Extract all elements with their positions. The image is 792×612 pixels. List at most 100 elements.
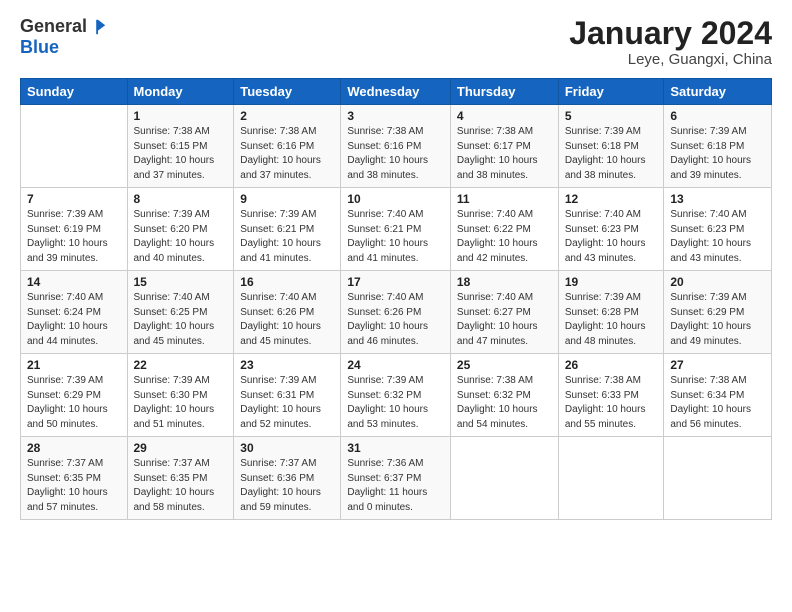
calendar-day-cell: 28 Sunrise: 7:37 AMSunset: 6:35 PMDayligh… [21,437,128,520]
logo-general-text: General [20,16,87,37]
calendar-day-cell: 9 Sunrise: 7:39 AMSunset: 6:21 PMDaylight… [234,188,341,271]
calendar-day-cell [664,437,772,520]
day-number: 23 [240,358,334,372]
calendar-header-row: Sunday Monday Tuesday Wednesday Thursday… [21,79,772,105]
day-info: Sunrise: 7:37 AMSunset: 6:36 PMDaylight:… [240,457,334,515]
calendar-day-cell: 16 Sunrise: 7:40 AMSunset: 6:26 PMDayligh… [234,271,341,354]
day-info: Sunrise: 7:38 AMSunset: 6:15 PMDaylight:… [134,125,228,183]
calendar-day-cell: 24 Sunrise: 7:39 AMSunset: 6:32 PMDayligh… [341,354,451,437]
col-monday: Monday [127,79,234,105]
day-info: Sunrise: 7:39 AMSunset: 6:30 PMDaylight:… [134,374,228,432]
title-block: January 2024 Leye, Guangxi, China [569,16,772,68]
calendar-day-cell: 29Sunrise: 7:37 AMSunset: 6:35 PMDayligh… [127,437,234,520]
day-info: Sunrise: 7:39 AMSunset: 6:18 PMDaylight:… [565,125,658,183]
day-number: 5 [565,109,658,123]
day-info: Sunrise: 7:39 AMSunset: 6:29 PMDaylight:… [670,291,765,349]
col-friday: Friday [558,79,664,105]
calendar-day-cell: 14 Sunrise: 7:40 AMSunset: 6:24 PMDayligh… [21,271,128,354]
day-number: 16 [240,275,334,289]
day-info: Sunrise: 7:40 AMSunset: 6:27 PMDaylight:… [457,291,552,349]
calendar-day-cell: 31 Sunrise: 7:36 AMSunset: 6:37 PMDayligh… [341,437,451,520]
day-number: 9 [240,192,334,206]
calendar-day-cell: 18 Sunrise: 7:40 AMSunset: 6:27 PMDayligh… [450,271,558,354]
day-info: Sunrise: 7:40 AMSunset: 6:23 PMDaylight:… [565,208,658,266]
day-info: Sunrise: 7:39 AMSunset: 6:29 PMDaylight:… [27,374,121,432]
day-number: 14 [27,275,121,289]
calendar-week-row: 21Sunrise: 7:39 AMSunset: 6:29 PMDayligh… [21,354,772,437]
calendar-day-cell: 17Sunrise: 7:40 AMSunset: 6:26 PMDayligh… [341,271,451,354]
day-info: Sunrise: 7:38 AMSunset: 6:33 PMDaylight:… [565,374,658,432]
day-number: 11 [457,192,552,206]
day-number: 30 [240,441,334,455]
day-info: Sunrise: 7:37 AMSunset: 6:35 PMDaylight:… [27,457,121,515]
col-wednesday: Wednesday [341,79,451,105]
day-info: Sunrise: 7:40 AMSunset: 6:22 PMDaylight:… [457,208,552,266]
day-number: 24 [347,358,444,372]
day-number: 20 [670,275,765,289]
day-info: Sunrise: 7:40 AMSunset: 6:23 PMDaylight:… [670,208,765,266]
calendar-week-row: 1 Sunrise: 7:38 AMSunset: 6:15 PMDaylight… [21,105,772,188]
day-number: 1 [134,109,228,123]
day-number: 28 [27,441,121,455]
day-info: Sunrise: 7:39 AMSunset: 6:32 PMDaylight:… [347,374,444,432]
day-info: Sunrise: 7:38 AMSunset: 6:16 PMDaylight:… [240,125,334,183]
calendar-day-cell: 4 Sunrise: 7:38 AMSunset: 6:17 PMDaylight… [450,105,558,188]
day-number: 4 [457,109,552,123]
page: General Blue January 2024 Leye, Guangxi,… [0,0,792,612]
day-number: 17 [347,275,444,289]
day-info: Sunrise: 7:40 AMSunset: 6:25 PMDaylight:… [134,291,228,349]
logo: General Blue [20,16,107,58]
calendar-day-cell: 13 Sunrise: 7:40 AMSunset: 6:23 PMDayligh… [664,188,772,271]
day-number: 25 [457,358,552,372]
day-info: Sunrise: 7:37 AMSunset: 6:35 PMDaylight:… [134,457,228,515]
calendar-day-cell: 10Sunrise: 7:40 AMSunset: 6:21 PMDayligh… [341,188,451,271]
calendar-day-cell: 19Sunrise: 7:39 AMSunset: 6:28 PMDayligh… [558,271,664,354]
calendar-day-cell: 5 Sunrise: 7:39 AMSunset: 6:18 PMDaylight… [558,105,664,188]
day-number: 3 [347,109,444,123]
calendar-day-cell: 12 Sunrise: 7:40 AMSunset: 6:23 PMDayligh… [558,188,664,271]
location-subtitle: Leye, Guangxi, China [569,51,772,68]
logo-blue-text: Blue [20,37,59,58]
day-info: Sunrise: 7:38 AMSunset: 6:32 PMDaylight:… [457,374,552,432]
calendar-day-cell: 25 Sunrise: 7:38 AMSunset: 6:32 PMDayligh… [450,354,558,437]
calendar-day-cell: 6 Sunrise: 7:39 AMSunset: 6:18 PMDaylight… [664,105,772,188]
calendar-day-cell: 23 Sunrise: 7:39 AMSunset: 6:31 PMDayligh… [234,354,341,437]
calendar-week-row: 7Sunrise: 7:39 AMSunset: 6:19 PMDaylight… [21,188,772,271]
day-number: 15 [134,275,228,289]
calendar-day-cell: 2Sunrise: 7:38 AMSunset: 6:16 PMDaylight… [234,105,341,188]
day-info: Sunrise: 7:39 AMSunset: 6:31 PMDaylight:… [240,374,334,432]
day-number: 8 [134,192,228,206]
day-info: Sunrise: 7:39 AMSunset: 6:19 PMDaylight:… [27,208,121,266]
day-number: 31 [347,441,444,455]
calendar-day-cell: 8 Sunrise: 7:39 AMSunset: 6:20 PMDaylight… [127,188,234,271]
day-info: Sunrise: 7:39 AMSunset: 6:18 PMDaylight:… [670,125,765,183]
day-info: Sunrise: 7:39 AMSunset: 6:20 PMDaylight:… [134,208,228,266]
day-info: Sunrise: 7:38 AMSunset: 6:16 PMDaylight:… [347,125,444,183]
col-tuesday: Tuesday [234,79,341,105]
day-number: 6 [670,109,765,123]
calendar-day-cell: 1 Sunrise: 7:38 AMSunset: 6:15 PMDaylight… [127,105,234,188]
day-number: 13 [670,192,765,206]
calendar-day-cell: 21Sunrise: 7:39 AMSunset: 6:29 PMDayligh… [21,354,128,437]
day-info: Sunrise: 7:40 AMSunset: 6:24 PMDaylight:… [27,291,121,349]
calendar-day-cell [450,437,558,520]
day-number: 22 [134,358,228,372]
day-number: 18 [457,275,552,289]
calendar-day-cell: 3 Sunrise: 7:38 AMSunset: 6:16 PMDaylight… [341,105,451,188]
calendar-table: Sunday Monday Tuesday Wednesday Thursday… [20,78,772,520]
day-info: Sunrise: 7:38 AMSunset: 6:17 PMDaylight:… [457,125,552,183]
calendar-day-cell: 26Sunrise: 7:38 AMSunset: 6:33 PMDayligh… [558,354,664,437]
col-saturday: Saturday [664,79,772,105]
day-info: Sunrise: 7:39 AMSunset: 6:21 PMDaylight:… [240,208,334,266]
calendar-week-row: 28 Sunrise: 7:37 AMSunset: 6:35 PMDayligh… [21,437,772,520]
logo-flag-icon [89,18,107,36]
calendar-day-cell: 20 Sunrise: 7:39 AMSunset: 6:29 PMDayligh… [664,271,772,354]
header: General Blue January 2024 Leye, Guangxi,… [20,16,772,68]
calendar-day-cell [21,105,128,188]
day-number: 12 [565,192,658,206]
calendar-day-cell [558,437,664,520]
day-info: Sunrise: 7:36 AMSunset: 6:37 PMDaylight:… [347,457,444,515]
calendar-day-cell: 27Sunrise: 7:38 AMSunset: 6:34 PMDayligh… [664,354,772,437]
day-info: Sunrise: 7:38 AMSunset: 6:34 PMDaylight:… [670,374,765,432]
day-info: Sunrise: 7:40 AMSunset: 6:26 PMDaylight:… [240,291,334,349]
